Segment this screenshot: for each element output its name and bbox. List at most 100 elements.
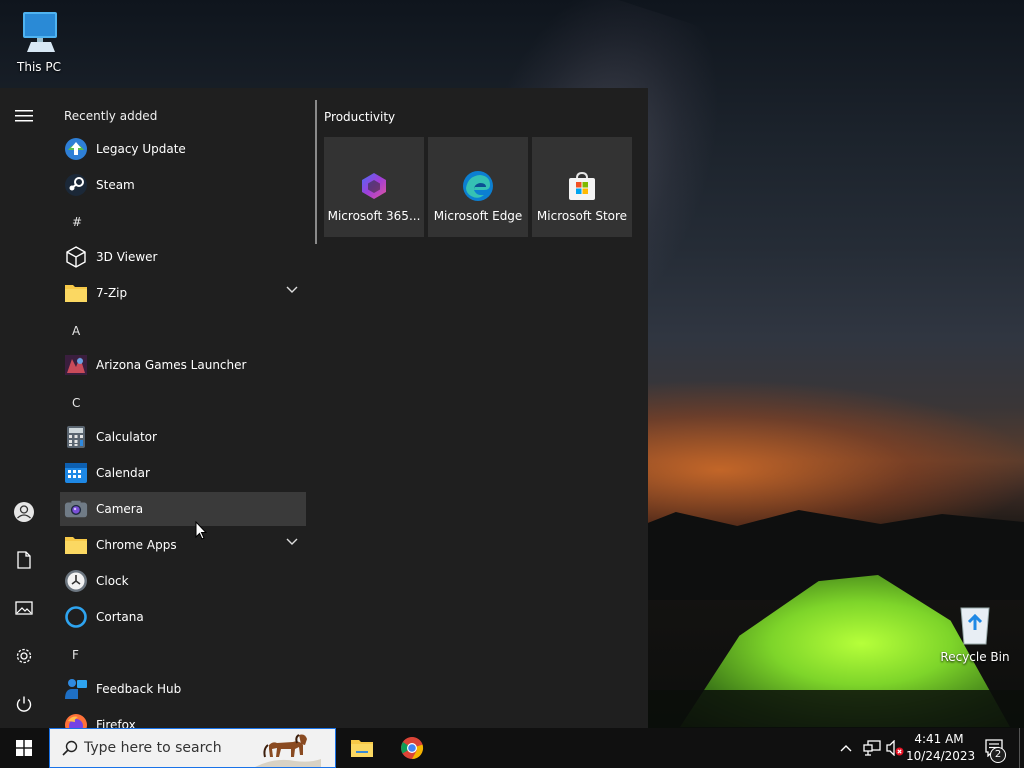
letter-header-a[interactable]: A <box>72 324 80 338</box>
recently-added-heading: Recently added <box>64 109 158 123</box>
app-item-camera[interactable]: Camera <box>60 492 306 526</box>
settings-button[interactable] <box>0 636 48 676</box>
notification-count-badge: 2 <box>990 747 1006 763</box>
tile-microsoft-edge[interactable]: Microsoft Edge <box>428 137 528 237</box>
taskbar-file-explorer[interactable] <box>338 728 386 768</box>
hamburger-icon <box>15 110 33 122</box>
taskbar-clock[interactable]: 4:41 AM 10/24/2023 <box>906 731 976 765</box>
app-item-firefox[interactable]: Firefox <box>60 708 306 728</box>
desktop-icon-label: Recycle Bin <box>940 650 1010 664</box>
search-icon <box>62 740 78 756</box>
microsoft-365-icon <box>357 169 391 203</box>
app-item-calendar[interactable]: Calendar <box>60 456 306 490</box>
taskbar-google-chrome[interactable] <box>388 728 436 768</box>
recycle-bin-icon <box>960 607 990 645</box>
user-avatar-icon <box>14 502 34 522</box>
start-menu-rail <box>0 88 48 728</box>
file-explorer-icon <box>351 740 373 757</box>
picture-icon <box>15 601 33 615</box>
app-label: Feedback Hub <box>96 682 182 696</box>
clock-date: 10/24/2023 <box>906 749 976 763</box>
account-button[interactable] <box>0 492 48 532</box>
chevron-up-icon <box>840 745 852 752</box>
power-icon <box>16 696 32 712</box>
app-label: Calculator <box>96 430 157 444</box>
mouse-cursor-icon <box>195 521 207 540</box>
app-label: Calendar <box>96 466 150 480</box>
folder-icon <box>64 533 88 557</box>
tile-microsoft-store[interactable]: Microsoft Store <box>532 137 632 237</box>
desktop-icon-label: This PC <box>17 60 61 74</box>
tile-label: Microsoft Store <box>536 209 628 223</box>
cortana-icon <box>64 605 88 629</box>
expand-menu-button[interactable] <box>0 96 48 136</box>
start-button[interactable] <box>0 728 48 768</box>
tile-label: Microsoft 365... <box>327 209 421 223</box>
power-button[interactable] <box>0 684 48 724</box>
tile-group-heading[interactable]: Productivity <box>324 110 395 124</box>
app-label: Firefox <box>96 718 136 728</box>
clock-time: 4:41 AM <box>914 732 964 746</box>
app-list: Recently added Legacy Update Steam # 3D … <box>56 88 314 728</box>
show-hidden-icons-button[interactable] <box>836 728 856 768</box>
taskbar: 4:41 AM 10/24/2023 2 <box>0 728 1024 768</box>
tile-microsoft-365[interactable]: Microsoft 365... <box>324 137 424 237</box>
app-label: Legacy Update <box>96 142 186 156</box>
gear-icon <box>16 648 32 664</box>
camera-icon <box>64 497 88 521</box>
app-list-scrollbar[interactable] <box>315 100 317 244</box>
clock-icon <box>64 569 88 593</box>
legacy-update-icon <box>64 137 88 161</box>
app-label: Steam <box>96 178 135 192</box>
network-icon <box>863 740 881 756</box>
app-label: Chrome Apps <box>96 538 177 552</box>
search-highlight-horse-illustration <box>255 734 321 767</box>
steam-icon <box>64 173 88 197</box>
cube-icon <box>64 245 88 269</box>
letter-header-c[interactable]: C <box>72 396 80 410</box>
app-label: Cortana <box>96 610 144 624</box>
chevron-down-icon[interactable] <box>286 538 298 546</box>
app-item-legacy-update[interactable]: Legacy Update <box>60 132 306 166</box>
taskbar-search-box[interactable] <box>49 728 336 768</box>
wallpaper-ground <box>648 690 1024 728</box>
chevron-down-icon[interactable] <box>286 286 298 294</box>
app-label: Camera <box>96 502 144 516</box>
app-item-clock[interactable]: Clock <box>60 564 306 598</box>
start-menu: Recently added Legacy Update Steam # 3D … <box>0 88 648 728</box>
app-label: 3D Viewer <box>96 250 158 264</box>
computer-icon <box>23 12 57 52</box>
app-item-steam[interactable]: Steam <box>60 168 306 202</box>
calendar-icon <box>64 461 88 485</box>
pictures-button[interactable] <box>0 588 48 628</box>
app-label: Arizona Games Launcher <box>96 358 247 372</box>
desktop-icon-recycle-bin[interactable]: Recycle Bin <box>936 602 1014 664</box>
letter-header-hash[interactable]: # <box>72 215 82 229</box>
documents-button[interactable] <box>0 540 48 580</box>
search-input[interactable] <box>84 740 254 756</box>
app-item-7-zip[interactable]: 7-Zip <box>60 276 306 310</box>
desktop-icon-this-pc[interactable]: This PC <box>0 8 78 74</box>
store-bag-icon <box>565 169 599 203</box>
letter-header-f[interactable]: F <box>72 648 79 662</box>
arizona-games-icon <box>64 353 88 377</box>
app-item-chrome-apps[interactable]: Chrome Apps <box>60 528 306 562</box>
app-item-calculator[interactable]: Calculator <box>60 420 306 454</box>
chrome-icon <box>401 737 424 760</box>
firefox-icon <box>64 713 88 728</box>
show-desktop-button[interactable] <box>1019 728 1024 768</box>
app-item-3d-viewer[interactable]: 3D Viewer <box>60 240 306 274</box>
windows-logo-icon <box>16 740 32 756</box>
app-label: Clock <box>96 574 129 588</box>
app-item-feedback-hub[interactable]: Feedback Hub <box>60 672 306 706</box>
network-tray-button[interactable] <box>860 728 884 768</box>
app-item-arizona-games-launcher[interactable]: Arizona Games Launcher <box>60 348 306 382</box>
app-label: 7-Zip <box>96 286 128 300</box>
folder-icon <box>64 281 88 305</box>
tile-label: Microsoft Edge <box>433 209 523 223</box>
edge-icon <box>461 169 495 203</box>
speaker-muted-icon <box>886 740 904 756</box>
app-item-cortana[interactable]: Cortana <box>60 600 306 634</box>
volume-tray-button[interactable] <box>884 728 906 768</box>
feedback-hub-icon <box>64 677 88 701</box>
